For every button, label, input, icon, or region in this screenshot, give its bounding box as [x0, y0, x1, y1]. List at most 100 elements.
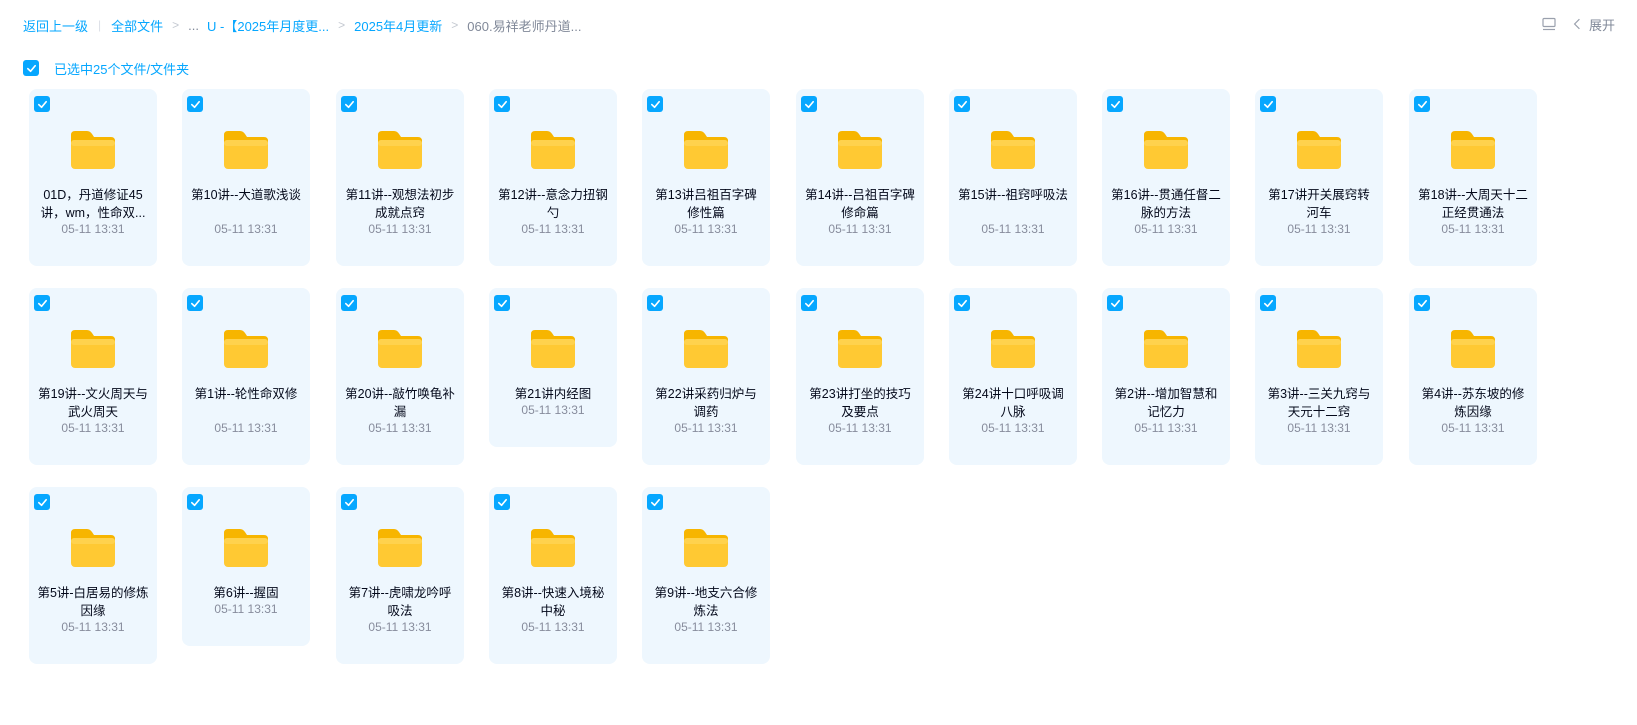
file-checkbox[interactable]	[494, 494, 510, 510]
folder-icon	[69, 129, 117, 171]
file-checkbox[interactable]	[341, 96, 357, 112]
file-name: 第6讲--握固	[213, 586, 279, 600]
folder-icon	[222, 527, 270, 569]
file-checkbox[interactable]	[647, 295, 663, 311]
file-checkbox[interactable]	[34, 295, 50, 311]
file-date: 05-11 13:31	[368, 620, 432, 634]
folder-icon	[1449, 129, 1497, 171]
file-card[interactable]: 第22讲采药归炉与调药 05-11 13:31	[642, 288, 770, 465]
file-date: 05-11 13:31	[674, 620, 738, 634]
file-card[interactable]: 第18讲--大周天十二正经贯通法 05-11 13:31	[1409, 89, 1537, 266]
folder-icon	[376, 527, 424, 569]
folder-icon	[1142, 129, 1190, 171]
folder-icon	[836, 129, 884, 171]
file-date: 05-11 13:31	[521, 620, 585, 634]
file-name: 第3讲--三关九窍与天元十二窍	[1267, 387, 1371, 419]
file-date: 05-11 13:31	[1287, 421, 1351, 435]
folder-icon	[1295, 129, 1343, 171]
file-card[interactable]: 第11讲--观想法初步成就点窍 05-11 13:31	[336, 89, 464, 266]
file-checkbox[interactable]	[187, 494, 203, 510]
folder-icon	[69, 527, 117, 569]
file-card[interactable]: 第21讲内经图 05-11 13:31	[489, 288, 617, 447]
file-checkbox[interactable]	[341, 295, 357, 311]
file-date: 05-11 13:31	[214, 602, 278, 616]
file-checkbox[interactable]	[801, 96, 817, 112]
file-card[interactable]: 第4讲--苏东坡的修炼因缘 05-11 13:31	[1409, 288, 1537, 465]
file-checkbox[interactable]	[1414, 295, 1430, 311]
file-checkbox[interactable]	[647, 494, 663, 510]
file-date: 05-11 13:31	[368, 421, 432, 435]
file-card[interactable]: 第1讲--轮性命双修 05-11 13:31	[182, 288, 310, 465]
file-checkbox[interactable]	[494, 295, 510, 311]
file-date: 05-11 13:31	[521, 222, 585, 236]
file-checkbox[interactable]	[954, 96, 970, 112]
file-card[interactable]: 第3讲--三关九窍与天元十二窍 05-11 13:31	[1255, 288, 1383, 465]
file-name: 01D，丹道修证45讲，wm，性命双...	[40, 188, 146, 220]
file-date: 05-11 13:31	[1134, 421, 1198, 435]
file-name: 第14讲--吕祖百字碑修命篇	[805, 188, 915, 220]
file-checkbox[interactable]	[187, 295, 203, 311]
file-checkbox[interactable]	[801, 295, 817, 311]
file-card[interactable]: 第16讲--贯通任督二脉的方法 05-11 13:31	[1102, 89, 1230, 266]
file-card[interactable]: 第7讲--虎啸龙吟呼吸法 05-11 13:31	[336, 487, 464, 664]
file-name: 第19讲--文火周天与武火周天	[38, 387, 148, 419]
file-name: 第21讲内经图	[514, 387, 592, 401]
file-date: 05-11 13:31	[214, 222, 278, 236]
file-checkbox[interactable]	[1107, 295, 1123, 311]
file-card[interactable]: 第12讲--意念力扭钢勺 05-11 13:31	[489, 89, 617, 266]
file-date: 05-11 13:31	[674, 222, 738, 236]
folder-icon	[836, 328, 884, 370]
file-card[interactable]: 第14讲--吕祖百字碑修命篇 05-11 13:31	[796, 89, 924, 266]
file-date: 05-11 13:31	[61, 620, 125, 634]
file-date: 05-11 13:31	[674, 421, 738, 435]
file-checkbox[interactable]	[1260, 96, 1276, 112]
file-name: 第13讲吕祖百字碑修性篇	[655, 188, 757, 220]
file-name: 第24讲十口呼吸调八脉	[962, 387, 1064, 419]
file-date: 05-11 13:31	[981, 421, 1045, 435]
file-checkbox[interactable]	[494, 96, 510, 112]
file-date: 05-11 13:31	[828, 222, 892, 236]
file-name: 第7讲--虎啸龙吟呼吸法	[348, 586, 452, 618]
file-card[interactable]: 第15讲--祖窍呼吸法 05-11 13:31	[949, 89, 1077, 266]
file-name: 第18讲--大周天十二正经贯通法	[1418, 188, 1528, 220]
file-checkbox[interactable]	[954, 295, 970, 311]
file-date: 05-11 13:31	[368, 222, 432, 236]
file-grid: 01D，丹道修证45讲，wm，性命双... 05-11 13:31 第10讲--大道…	[0, 0, 1637, 725]
file-card[interactable]: 第10讲--大道歌浅谈 05-11 13:31	[182, 89, 310, 266]
folder-icon	[529, 328, 577, 370]
file-card[interactable]: 第17讲开关展窍转河车 05-11 13:31	[1255, 89, 1383, 266]
file-name: 第8讲--快速入境秘中秘	[501, 586, 605, 618]
file-name: 第2讲--增加智慧和记忆力	[1114, 387, 1218, 419]
file-date: 05-11 13:31	[828, 421, 892, 435]
file-card[interactable]: 第5讲-白居易的修炼因缘 05-11 13:31	[29, 487, 157, 664]
folder-icon	[1142, 328, 1190, 370]
folder-icon	[682, 527, 730, 569]
file-card[interactable]: 第24讲十口呼吸调八脉 05-11 13:31	[949, 288, 1077, 465]
file-checkbox[interactable]	[1107, 96, 1123, 112]
file-card[interactable]: 第9讲--地支六合修炼法 05-11 13:31	[642, 487, 770, 664]
file-checkbox[interactable]	[34, 96, 50, 112]
file-card[interactable]: 01D，丹道修证45讲，wm，性命双... 05-11 13:31	[29, 89, 157, 266]
folder-icon	[222, 328, 270, 370]
file-name: 第5讲-白居易的修炼因缘	[37, 586, 149, 618]
file-name: 第16讲--贯通任督二脉的方法	[1111, 188, 1221, 220]
file-checkbox[interactable]	[341, 494, 357, 510]
file-card[interactable]: 第20讲--敲竹唤龟补漏 05-11 13:31	[336, 288, 464, 465]
file-card[interactable]: 第19讲--文火周天与武火周天 05-11 13:31	[29, 288, 157, 465]
file-name: 第9讲--地支六合修炼法	[654, 586, 758, 618]
file-date: 05-11 13:31	[521, 403, 585, 417]
file-card[interactable]: 第13讲吕祖百字碑修性篇 05-11 13:31	[642, 89, 770, 266]
file-checkbox[interactable]	[647, 96, 663, 112]
file-date: 05-11 13:31	[61, 421, 125, 435]
file-card[interactable]: 第2讲--增加智慧和记忆力 05-11 13:31	[1102, 288, 1230, 465]
folder-icon	[682, 129, 730, 171]
file-card[interactable]: 第6讲--握固 05-11 13:31	[182, 487, 310, 646]
file-card[interactable]: 第8讲--快速入境秘中秘 05-11 13:31	[489, 487, 617, 664]
folder-icon	[69, 328, 117, 370]
file-checkbox[interactable]	[34, 494, 50, 510]
file-name: 第10讲--大道歌浅谈	[191, 188, 301, 202]
file-card[interactable]: 第23讲打坐的技巧及要点 05-11 13:31	[796, 288, 924, 465]
file-checkbox[interactable]	[187, 96, 203, 112]
file-checkbox[interactable]	[1260, 295, 1276, 311]
file-checkbox[interactable]	[1414, 96, 1430, 112]
